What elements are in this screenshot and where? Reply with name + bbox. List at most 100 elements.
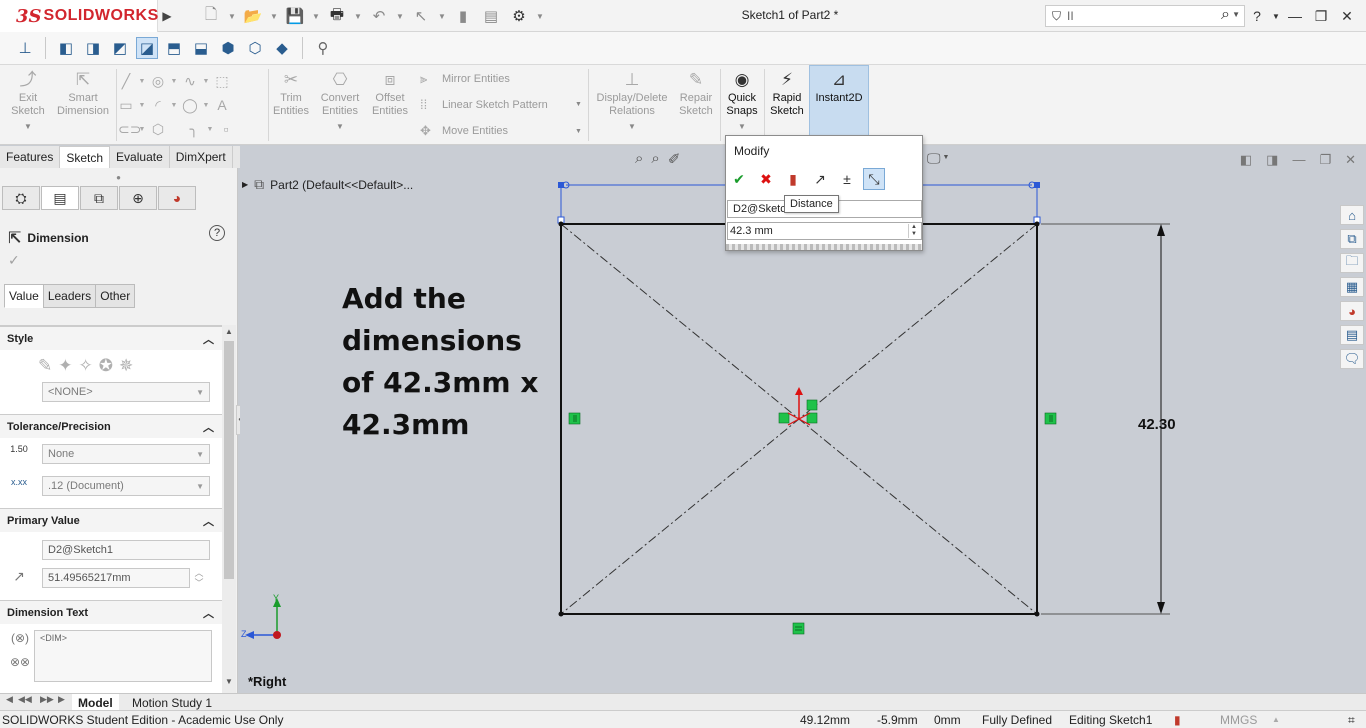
new-document-icon[interactable]: 🗋	[200, 4, 222, 29]
value-spinner-icon[interactable]: ▲ ▼	[908, 224, 919, 238]
appearances-icon[interactable]: ◕	[1340, 301, 1364, 321]
dimension-value-label[interactable]: 42.30	[1138, 416, 1176, 433]
help-icon[interactable]: ?	[209, 225, 225, 241]
ok-checkmark-icon[interactable]: ✓	[0, 252, 237, 274]
chevron-down-icon[interactable]: ▼	[1232, 10, 1240, 19]
chevron-down-icon[interactable]: ▼	[1272, 12, 1280, 21]
modify-dialog-thumbwheel[interactable]	[726, 244, 922, 250]
scrollbar-thumb[interactable]	[224, 341, 234, 579]
restore-icon[interactable]: ❐	[1310, 8, 1332, 25]
dimension-text-header[interactable]: Dimension Text ︿	[0, 600, 222, 624]
apply-default-icon[interactable]: ✎	[38, 356, 52, 376]
value-spinner-icon[interactable]: ︿ ﹀	[192, 568, 206, 588]
cancel-x-icon[interactable]: ✖	[755, 168, 777, 190]
tab-sketch[interactable]: Sketch	[60, 146, 111, 168]
print-icon[interactable]: 🖶	[326, 4, 348, 29]
rebuild-traffic-light-icon[interactable]: ▮	[782, 168, 804, 190]
home-icon[interactable]: ⌂	[1340, 205, 1364, 225]
property-manager-tab-icon[interactable]: ▤	[41, 186, 79, 210]
tab-motion-study[interactable]: Motion Study 1	[126, 694, 218, 711]
accept-check-icon[interactable]: ✔	[728, 168, 750, 190]
panel-right-icon[interactable]: ◨	[1266, 152, 1278, 168]
design-library-icon[interactable]: ⧉	[1340, 229, 1364, 249]
solidworks-logo[interactable]: 3S SOLIDWORKS	[0, 0, 158, 32]
view-right-icon[interactable]: ◪	[136, 37, 158, 59]
primary-value-header[interactable]: Primary Value ︿	[0, 508, 222, 532]
unit-system[interactable]: MMGS	[1220, 713, 1257, 727]
chevron-down-icon[interactable]: ▼	[438, 12, 446, 21]
chevron-down-icon[interactable]: ▼	[202, 102, 210, 109]
tolerance-type-select[interactable]: None ▼	[42, 444, 210, 464]
mirror-entities-button[interactable]: ⫸ Mirror Entities	[420, 71, 510, 87]
tab-nav-prev-icon[interactable]: ◀	[6, 694, 13, 705]
spline-icon[interactable]: ∿	[182, 73, 198, 90]
chevron-down-icon[interactable]: ▼	[170, 78, 178, 85]
rebuild-icon[interactable]: ▮	[452, 7, 474, 25]
tab-evaluate[interactable]: Evaluate	[110, 146, 170, 168]
rectangle-icon[interactable]: ▭	[118, 97, 134, 114]
tab-value[interactable]: Value	[4, 284, 44, 308]
chevron-down-icon[interactable]: ▼	[396, 12, 404, 21]
menu-expand-icon[interactable]: ▶	[158, 0, 176, 32]
view-selector-icon[interactable]: ⚲	[312, 37, 334, 59]
chevron-down-icon[interactable]: ▼	[536, 12, 544, 21]
chevron-down-icon[interactable]: ▼	[24, 120, 32, 133]
chevron-down-icon[interactable]: ▼	[170, 102, 178, 109]
feature-manager-tab-icon[interactable]: ⛭	[2, 186, 40, 210]
chevron-down-icon[interactable]: ▼	[628, 120, 636, 133]
panel-grip-icon[interactable]: ●	[0, 168, 237, 186]
zoom-to-area-icon[interactable]: ⌕	[651, 150, 659, 168]
custom-properties-icon[interactable]: ▤	[1340, 325, 1364, 345]
options-gear-icon[interactable]: ⚙	[508, 7, 530, 25]
close-icon[interactable]: ✕	[1345, 152, 1356, 168]
text-icon[interactable]: A	[214, 97, 230, 113]
select-cursor-icon[interactable]: ↖	[410, 7, 432, 25]
exit-sketch-button[interactable]: ⤴ Exit Sketch ▼	[8, 67, 48, 133]
forum-icon[interactable]: 🗨	[1340, 349, 1364, 369]
save-icon[interactable]: 💾	[284, 7, 306, 25]
search-scope-icon[interactable]: ⛉	[1052, 9, 1061, 24]
circle-icon[interactable]: ◎	[150, 73, 166, 90]
line-icon[interactable]: ╱	[118, 73, 134, 90]
chevron-down-icon[interactable]: ▼	[575, 101, 582, 108]
save-favorite-icon[interactable]: ✪	[99, 356, 113, 376]
dimxpert-manager-tab-icon[interactable]: ⊕	[119, 186, 157, 210]
normal-to-icon[interactable]: ⊥	[14, 37, 36, 59]
view-back-icon[interactable]: ◨	[82, 37, 104, 59]
modify-value-input[interactable]: 42.3 mm ▲ ▼	[727, 222, 922, 240]
panel-left-icon[interactable]: ◧	[1240, 152, 1252, 168]
ellipse-icon[interactable]: ◯	[182, 97, 198, 114]
repair-sketch-button[interactable]: ✎ Repair Sketch	[674, 67, 718, 118]
view-front-icon[interactable]: ◧	[55, 37, 77, 59]
file-explorer-icon[interactable]: 🗀	[1340, 253, 1364, 273]
search-icon[interactable]: ⌕	[1221, 6, 1230, 24]
chevron-down-icon[interactable]: ▼	[138, 126, 146, 133]
chevron-down-icon[interactable]: ▼	[354, 12, 362, 21]
chevron-down-icon[interactable]: ▼	[138, 102, 146, 109]
view-bottom-icon[interactable]: ⬓	[190, 37, 212, 59]
chevron-down-icon[interactable]: ▼	[270, 12, 278, 21]
style-header[interactable]: Style ︿	[0, 326, 222, 350]
tab-dimxpert[interactable]: DimXpert	[170, 146, 233, 168]
display-manager-tab-icon[interactable]: ◕	[158, 186, 196, 210]
tab-other[interactable]: Other	[95, 284, 136, 308]
tab-nav-next-icon[interactable]: ▶▶	[40, 694, 54, 705]
chevron-up-icon[interactable]: ︿	[203, 331, 214, 347]
view-palette-icon[interactable]: ▦	[1340, 277, 1364, 297]
tab-nav-last-icon[interactable]: ▶	[58, 694, 65, 705]
zoom-to-fit-icon[interactable]: ⌕	[635, 150, 643, 168]
help-icon[interactable]: ?	[1246, 8, 1268, 24]
move-entities-button[interactable]: ✥ Move Entities ▼	[420, 123, 582, 139]
mark-dimension-icon[interactable]: ⤡	[863, 168, 885, 190]
scroll-down-icon[interactable]: ▼	[222, 677, 236, 686]
instant2d-content[interactable]: ⊿ Instant2D	[810, 67, 868, 105]
chevron-up-icon[interactable]: ︿	[203, 605, 214, 621]
trim-entities-button[interactable]: ✂ Trim Entities	[270, 67, 312, 118]
chevron-down-icon[interactable]: ▼	[738, 120, 746, 133]
undo-icon[interactable]: ↶	[368, 7, 390, 25]
slot-icon[interactable]: ⊂⊃	[118, 121, 141, 138]
chevron-down-icon[interactable]: ▼	[228, 12, 236, 21]
reverse-dimension-icon[interactable]: ±	[836, 168, 858, 190]
tab-features[interactable]: Features	[0, 146, 61, 168]
point-icon[interactable]: ▫	[218, 121, 234, 137]
